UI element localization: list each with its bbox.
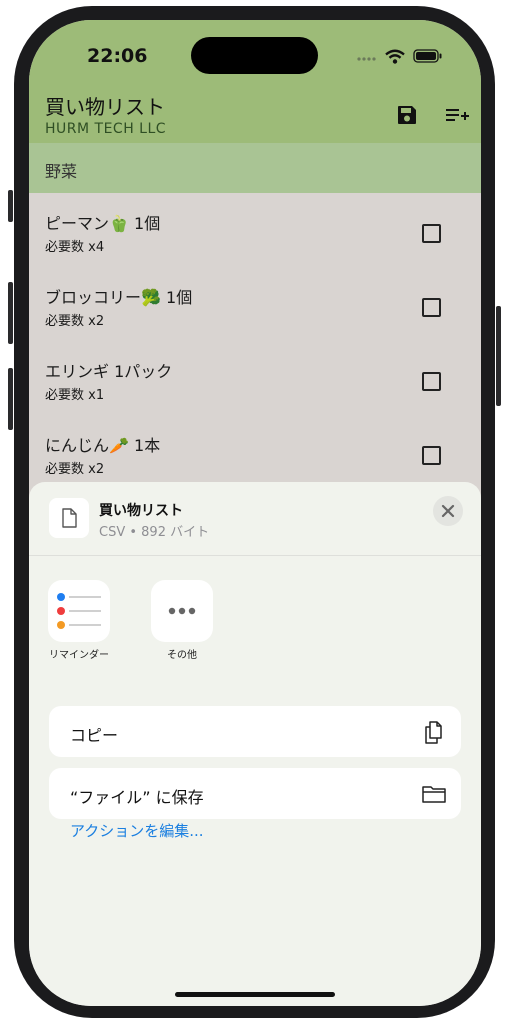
save-to-files-label: “ファイル” に保存 <box>70 788 204 807</box>
save-button[interactable] <box>396 104 418 126</box>
signal-icon <box>357 57 376 61</box>
copy-icon <box>425 721 442 744</box>
document-thumbnail <box>49 498 89 538</box>
action-button <box>8 190 13 222</box>
status-time: 22:06 <box>87 45 148 67</box>
folder-icon <box>422 786 446 803</box>
item-checkbox[interactable] <box>422 446 441 465</box>
close-icon <box>441 504 455 518</box>
item-quantity: 必要数 x4 <box>45 240 105 255</box>
floppy-disk-icon <box>398 106 416 124</box>
app-subtitle: HURM TECH LLC <box>45 121 167 137</box>
item-quantity: 必要数 x2 <box>45 314 105 329</box>
battery-icon <box>413 49 442 63</box>
item-quantity: 必要数 x2 <box>45 462 105 477</box>
list-item[interactable]: にんじん🥕 1本 必要数 x2 <box>29 418 481 492</box>
section-title: 野菜 <box>45 162 78 181</box>
screen: 22:06 買い物リスト HURM TECH LLC 野菜 ピーマン🫑 1個 必… <box>29 20 481 1006</box>
app-title: 買い物リスト <box>45 95 165 119</box>
section-header: 野菜 <box>29 143 481 193</box>
wifi-icon <box>385 49 405 64</box>
edit-actions-link[interactable]: アクションを編集... <box>70 820 204 841</box>
item-name: にんじん🥕 1本 <box>45 436 161 455</box>
item-name: ピーマン🫑 1個 <box>45 214 161 233</box>
status-icons <box>357 47 443 65</box>
item-quantity: 必要数 x1 <box>45 388 105 403</box>
item-checkbox[interactable] <box>422 372 441 391</box>
reminders-app-tile[interactable] <box>48 580 110 642</box>
save-to-files-button[interactable]: “ファイル” に保存 <box>49 768 461 819</box>
reminders-icon <box>57 593 101 629</box>
power-button <box>496 306 501 406</box>
item-name: エリンギ 1パック <box>45 362 173 381</box>
list-item[interactable]: ピーマン🫑 1個 必要数 x4 <box>29 196 481 270</box>
more-icon <box>168 607 196 615</box>
item-name: ブロッコリー🥦 1個 <box>45 288 193 307</box>
copy-label: コピー <box>70 726 119 745</box>
item-checkbox[interactable] <box>422 224 441 243</box>
share-sheet-title: 買い物リスト <box>99 503 183 519</box>
more-app-label: その他 <box>167 650 197 661</box>
more-app-tile[interactable] <box>151 580 213 642</box>
status-bar: 22:06 <box>29 20 481 80</box>
reminders-app-label: リマインダー <box>49 650 109 661</box>
list-item[interactable]: エリンギ 1パック 必要数 x1 <box>29 344 481 418</box>
dynamic-island <box>191 37 318 74</box>
home-indicator <box>175 992 335 997</box>
add-list-button[interactable] <box>445 105 469 125</box>
share-sheet-subtitle: CSV • 892 バイト <box>99 525 210 540</box>
item-checkbox[interactable] <box>422 298 441 317</box>
share-sheet: 買い物リスト CSV • 892 バイト リマインダー その他 コピー “ファイ… <box>29 482 481 1006</box>
document-icon <box>62 508 77 528</box>
list-item[interactable]: ブロッコリー🥦 1個 必要数 x2 <box>29 270 481 344</box>
playlist-add-icon <box>446 109 469 121</box>
share-sheet-header: 買い物リスト CSV • 892 バイト <box>29 482 481 556</box>
close-button[interactable] <box>433 496 463 526</box>
copy-button[interactable]: コピー <box>49 706 461 757</box>
volume-down-button <box>8 368 13 430</box>
volume-up-button <box>8 282 13 344</box>
